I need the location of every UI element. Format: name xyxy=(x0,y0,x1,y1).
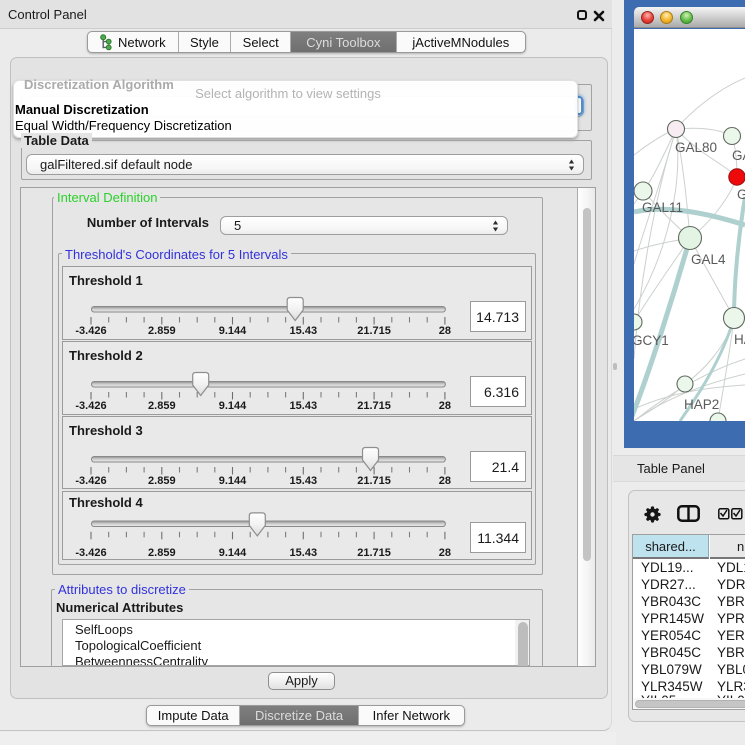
svg-text:15.43: 15.43 xyxy=(290,400,318,412)
svg-text:28: 28 xyxy=(439,325,451,337)
svg-text:21.715: 21.715 xyxy=(357,547,391,559)
svg-text:9.144: 9.144 xyxy=(219,547,247,559)
svg-text:2.859: 2.859 xyxy=(148,400,176,412)
svg-text:HAP1: HAP1 xyxy=(734,332,745,347)
svg-text:GAL4w: GAL4w xyxy=(732,148,745,163)
svg-text:9.144: 9.144 xyxy=(219,325,247,337)
svg-text:28: 28 xyxy=(439,400,451,412)
svg-text:28: 28 xyxy=(439,547,451,559)
svg-text:GAL80: GAL80 xyxy=(675,140,717,155)
svg-text:21.715: 21.715 xyxy=(357,475,391,487)
svg-text:-3.426: -3.426 xyxy=(75,475,106,487)
svg-text:9.144: 9.144 xyxy=(219,400,247,412)
svg-text:-3.426: -3.426 xyxy=(75,547,106,559)
svg-text:21.715: 21.715 xyxy=(357,400,391,412)
svg-text:GCY1: GCY1 xyxy=(634,333,669,348)
svg-text:15.43: 15.43 xyxy=(290,547,318,559)
svg-text:HAP2: HAP2 xyxy=(684,397,719,412)
svg-text:-3.426: -3.426 xyxy=(75,400,106,412)
svg-text:28: 28 xyxy=(439,475,451,487)
svg-text:GAL11: GAL11 xyxy=(642,200,683,215)
svg-text:GAL4: GAL4 xyxy=(691,252,726,267)
svg-text:15.43: 15.43 xyxy=(290,325,318,337)
svg-text:2.859: 2.859 xyxy=(148,325,176,337)
svg-text:2.859: 2.859 xyxy=(148,547,176,559)
svg-text:9.144: 9.144 xyxy=(219,475,247,487)
svg-text:-3.426: -3.426 xyxy=(75,325,106,337)
svg-text:2.859: 2.859 xyxy=(148,475,176,487)
svg-text:21.715: 21.715 xyxy=(357,325,391,337)
svg-text:15.43: 15.43 xyxy=(290,475,318,487)
svg-text:GAL1: GAL1 xyxy=(737,187,745,202)
